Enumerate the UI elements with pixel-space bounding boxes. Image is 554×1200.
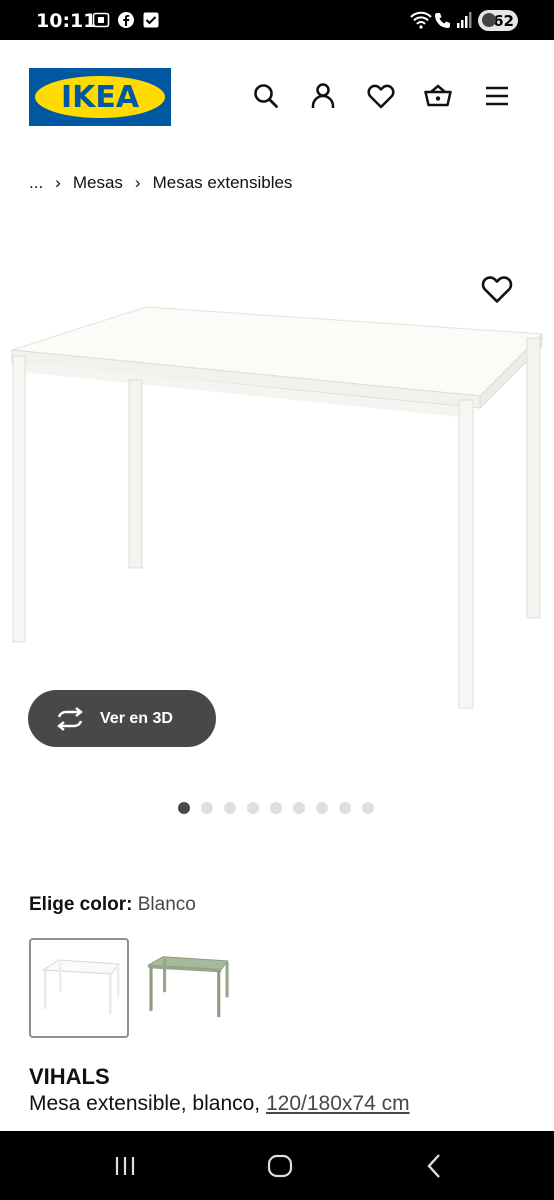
gallery-dot[interactable] (362, 802, 374, 814)
color-value: Blanco (137, 894, 196, 915)
signal-icon (456, 11, 472, 29)
facebook-icon (117, 11, 135, 29)
check-square-icon (142, 11, 160, 29)
color-chooser-label: Elige color: Blanco (29, 894, 196, 916)
breadcrumb-ellipsis[interactable]: ... (29, 173, 43, 193)
breadcrumb: ... › Mesas › Mesas extensibles (29, 173, 292, 193)
color-option-white[interactable] (29, 938, 129, 1038)
color-option-green[interactable] (138, 938, 238, 1038)
gallery-dot[interactable] (178, 802, 190, 814)
wifi-icon (410, 11, 432, 29)
gallery-dot[interactable] (201, 802, 213, 814)
battery-indicator: 62 (478, 10, 518, 31)
gallery-dot[interactable] (270, 802, 282, 814)
view-3d-label: Ver en 3D (100, 709, 173, 727)
rotate-icon (57, 706, 83, 731)
system-navigation-bar (0, 1131, 554, 1200)
screenshot-icon (92, 11, 110, 29)
chevron-right-icon: › (55, 173, 61, 192)
gallery-pagination (178, 802, 374, 814)
product-description: Mesa extensible, blanco, 120/180x74 cm (29, 1092, 410, 1116)
product-size-link[interactable]: 120/180x74 cm (266, 1092, 410, 1115)
gallery-dot[interactable] (224, 802, 236, 814)
leaf-icon (482, 13, 496, 27)
gallery-dot[interactable] (339, 802, 351, 814)
search-icon[interactable] (251, 81, 281, 111)
basket-icon[interactable] (423, 81, 453, 111)
battery-level: 62 (493, 11, 514, 30)
gallery-dot[interactable] (316, 802, 328, 814)
view-3d-button[interactable]: Ver en 3D (28, 690, 216, 747)
product-name: VIHALS (29, 1064, 110, 1089)
wifi-call-icon (434, 11, 454, 29)
back-icon[interactable] (420, 1151, 450, 1181)
breadcrumb-mesas-extensibles[interactable]: Mesas extensibles (153, 173, 293, 193)
favorite-heart-icon[interactable] (480, 272, 514, 306)
color-label: Elige color: (29, 894, 133, 915)
user-icon[interactable] (308, 81, 338, 111)
gallery-dot[interactable] (247, 802, 259, 814)
menu-icon[interactable] (482, 81, 512, 111)
product-description-text: Mesa extensible, blanco, (29, 1092, 261, 1115)
gallery-dot[interactable] (293, 802, 305, 814)
site-header: IKEA (0, 40, 554, 150)
recent-apps-icon[interactable] (110, 1151, 140, 1181)
status-time: 10:11 (36, 10, 97, 32)
home-icon[interactable] (265, 1151, 295, 1181)
ikea-logo[interactable]: IKEA (29, 68, 171, 126)
heart-icon[interactable] (366, 81, 396, 111)
status-bar: 10:11 62 (0, 0, 554, 40)
logo-text: IKEA (60, 79, 140, 115)
chevron-right-icon: › (134, 173, 141, 192)
breadcrumb-mesas[interactable]: Mesas (73, 173, 123, 193)
